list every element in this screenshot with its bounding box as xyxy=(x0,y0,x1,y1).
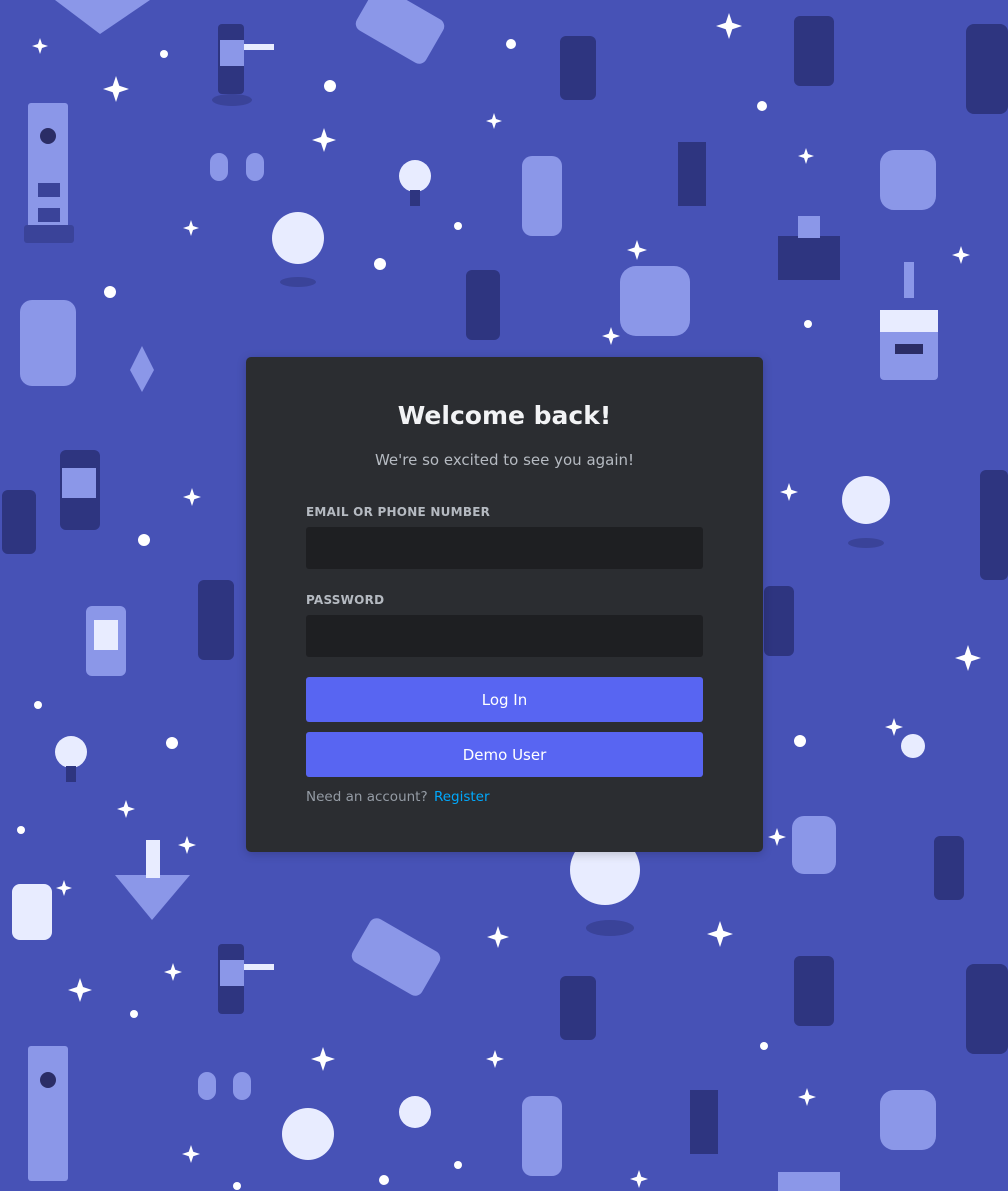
register-row: Need an account? Register xyxy=(306,788,703,806)
page-title: Welcome back! xyxy=(397,401,612,430)
page-subtitle: We're so excited to see you again! xyxy=(374,451,635,469)
login-button[interactable]: Log In xyxy=(306,677,703,722)
email-label: EMAIL OR PHONE NUMBER xyxy=(306,505,491,519)
demo-user-button[interactable]: Demo User xyxy=(306,732,703,777)
register-prompt: Need an account? xyxy=(306,789,428,805)
email-field[interactable] xyxy=(306,527,703,569)
password-field[interactable] xyxy=(306,615,703,657)
register-link[interactable]: Register xyxy=(434,789,490,805)
password-label: PASSWORD xyxy=(306,593,385,607)
login-card: Welcome back! We're so excited to see yo… xyxy=(246,357,763,852)
